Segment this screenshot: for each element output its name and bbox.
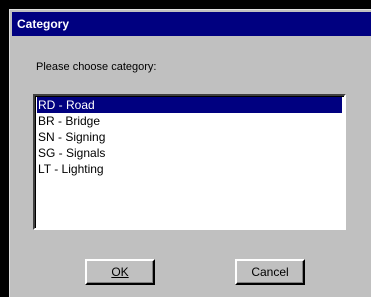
category-dialog: Category Please choose category: RD - Ro…: [9, 9, 371, 297]
ok-button-label: OK: [111, 265, 129, 279]
category-listbox[interactable]: RD - Road BR - Bridge SN - Signing SG - …: [33, 94, 346, 230]
title-bar[interactable]: Category: [12, 12, 371, 36]
list-item[interactable]: SG - Signals: [37, 145, 342, 161]
cancel-button-label: Cancel: [251, 265, 289, 279]
list-item-label: LT - Lighting: [38, 162, 104, 176]
list-item[interactable]: BR - Bridge: [37, 113, 342, 129]
list-item[interactable]: LT - Lighting: [37, 161, 342, 177]
ok-button[interactable]: OK: [85, 259, 155, 285]
list-item[interactable]: RD - Road: [37, 97, 342, 113]
list-item-label: SN - Signing: [38, 130, 106, 144]
list-item[interactable]: SN - Signing: [37, 129, 342, 145]
list-item-label: SG - Signals: [38, 146, 106, 160]
list-item-label: RD - Road: [38, 98, 95, 112]
cancel-button[interactable]: Cancel: [235, 259, 305, 285]
list-item-label: BR - Bridge: [38, 114, 101, 128]
dialog-title: Category: [17, 17, 70, 31]
prompt-label: Please choose category:: [36, 61, 157, 73]
